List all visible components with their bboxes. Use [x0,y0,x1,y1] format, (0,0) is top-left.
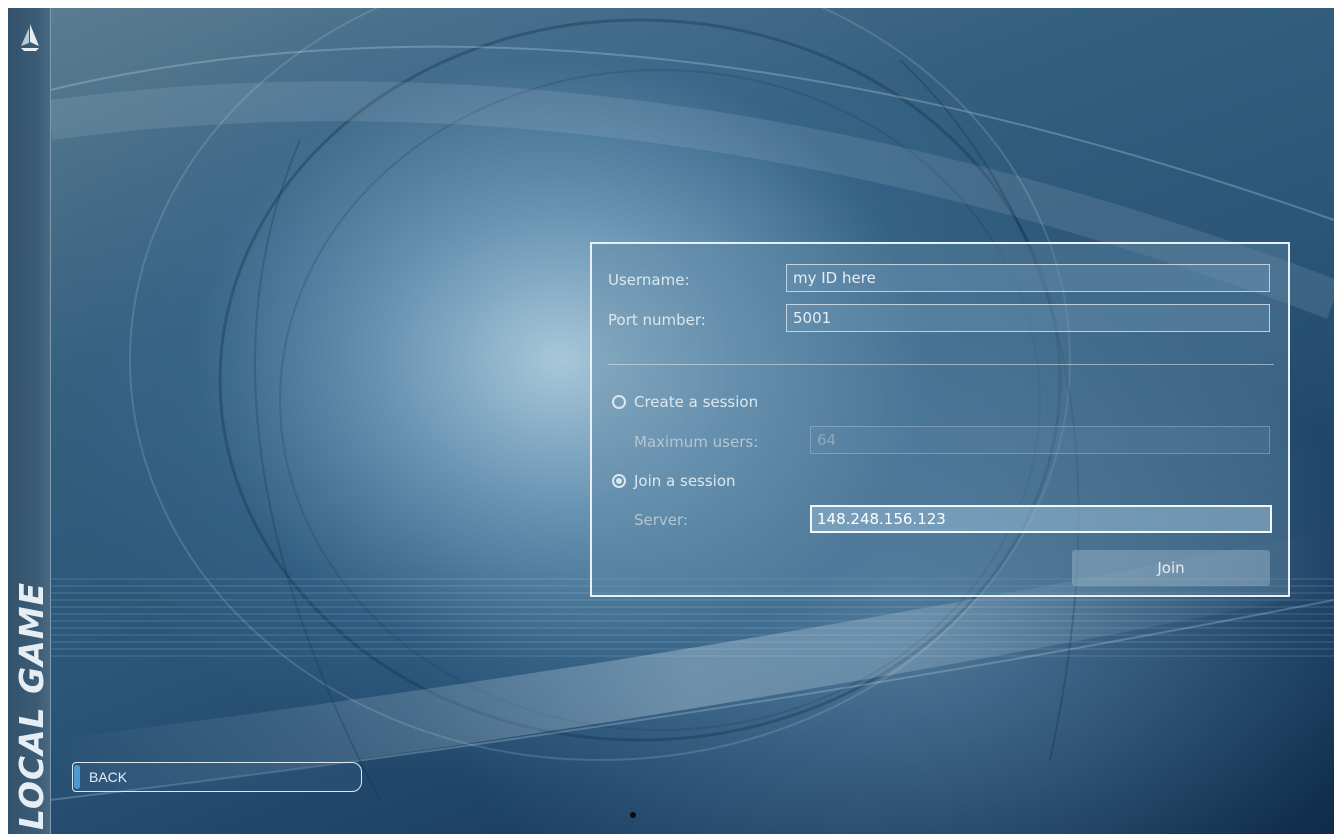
back-button-accent [74,765,80,789]
create-session-label: Create a session [634,393,759,411]
join-session-label: Join a session [634,472,736,490]
port-number-input[interactable] [786,304,1270,332]
username-label: Username: [608,271,690,289]
join-button[interactable]: Join [1072,550,1270,586]
back-button[interactable]: BACK [72,762,362,792]
section-divider [608,364,1274,365]
server-label: Server: [634,511,688,529]
username-input[interactable] [786,264,1270,292]
radio-checked-icon [612,474,626,488]
radio-unchecked-icon [612,395,626,409]
sail-logo-icon [21,24,39,51]
window-left-border [0,0,8,834]
port-number-label: Port number: [608,311,706,329]
back-button-label: BACK [89,769,128,785]
sidebar: LOCAL GAME [8,8,51,834]
create-session-radio[interactable]: Create a session [612,392,758,412]
mouse-cursor-icon [630,812,636,818]
maximum-users-label: Maximum users: [634,433,759,451]
window-right-border [1334,0,1338,834]
join-session-radio[interactable]: Join a session [612,471,736,491]
server-input[interactable] [810,505,1272,533]
connection-panel: Username: Port number: Create a session … [590,242,1290,597]
window-top-border [0,0,1338,8]
maximum-users-input [810,426,1270,454]
page-title: LOCAL GAME [12,581,51,830]
